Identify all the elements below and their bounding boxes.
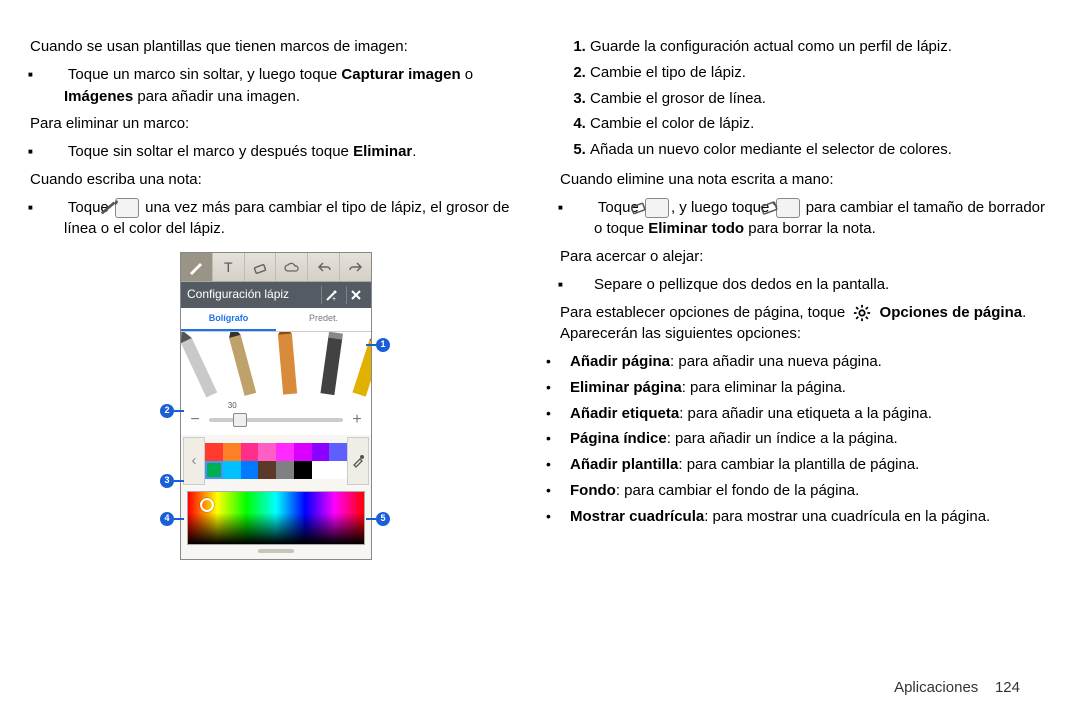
- swatch[interactable]: [241, 461, 259, 479]
- swatch[interactable]: [294, 443, 312, 461]
- swatch[interactable]: [312, 461, 330, 479]
- thickness-track[interactable]: 30: [209, 418, 343, 422]
- close-icon[interactable]: [346, 286, 365, 304]
- pen-config-title: Configuración lápiz: [187, 286, 315, 303]
- drag-handle-icon[interactable]: [258, 549, 294, 553]
- callout-2: 2: [160, 404, 174, 418]
- thickness-minus[interactable]: −: [187, 408, 203, 431]
- gear-icon: [851, 304, 873, 322]
- color-swatch-row: ‹: [181, 435, 371, 487]
- picker-pointer[interactable]: [200, 498, 214, 512]
- pen-type-selector[interactable]: [181, 332, 371, 404]
- swatch[interactable]: [258, 443, 276, 461]
- page-option-item: Añadir página: para añadir una nueva pág…: [570, 351, 1050, 373]
- swatch[interactable]: [205, 461, 223, 479]
- tab-predet[interactable]: Predet.: [276, 308, 371, 331]
- write-note-bullet: Toque una vez más para cambiar el tipo d…: [64, 197, 520, 241]
- swatch[interactable]: [276, 461, 294, 479]
- pen-tabs: Bolígrafo Predet.: [181, 308, 371, 332]
- right-column: Guarde la configuración actual como un p…: [560, 36, 1050, 720]
- swatch[interactable]: [312, 443, 330, 461]
- swatch[interactable]: [241, 443, 259, 461]
- toolbar-undo-icon[interactable]: [308, 253, 340, 281]
- page-option-item: Fondo: para cambiar el fondo de la págin…: [570, 480, 1050, 502]
- toolbar-cloud-icon[interactable]: [276, 253, 308, 281]
- line-thickness-slider[interactable]: − 30 +: [181, 404, 371, 435]
- page-option-item: Eliminar página: para eliminar la página…: [570, 377, 1050, 399]
- tab-boligrafo[interactable]: Bolígrafo: [181, 308, 276, 331]
- swatch-prev-icon[interactable]: ‹: [183, 437, 205, 485]
- pen-settings-figure: T Configuración lápiz + Bolígrafo Predet…: [160, 252, 390, 560]
- swatch[interactable]: [223, 443, 241, 461]
- delete-handnote-intro: Cuando elimine una nota escrita a mano:: [560, 169, 1050, 191]
- thickness-plus[interactable]: +: [349, 408, 365, 431]
- page-option-item: Añadir etiqueta: para añadir una etiquet…: [570, 403, 1050, 425]
- swatch[interactable]: [205, 443, 223, 461]
- write-note-intro: Cuando escriba una nota:: [30, 169, 520, 191]
- note-toolbar: T: [181, 253, 371, 282]
- remove-frame-intro: Para eliminar un marco:: [30, 113, 520, 135]
- swatch[interactable]: [329, 461, 347, 479]
- color-picker[interactable]: [187, 491, 365, 545]
- eraser-icon: [645, 198, 669, 218]
- svg-text:+: +: [332, 296, 336, 302]
- page-option-item: Página índice: para añadir un índice a l…: [570, 428, 1050, 450]
- eraser-size-icon: [776, 198, 800, 218]
- thickness-value: 30: [228, 400, 237, 412]
- swatch[interactable]: [223, 461, 241, 479]
- frames-bullet: Toque un marco sin soltar, y luego toque…: [64, 64, 520, 108]
- legend-4: Cambie el color de lápiz.: [590, 113, 1050, 135]
- zoom-intro: Para acercar o alejar:: [560, 246, 1050, 268]
- callout-1: 1: [376, 338, 390, 352]
- page-option-item: Añadir plantilla: para cambiar la planti…: [570, 454, 1050, 476]
- callout-3: 3: [160, 474, 174, 488]
- swatch[interactable]: [258, 461, 276, 479]
- eyedropper-icon[interactable]: [347, 437, 369, 485]
- legend-5: Añada un nuevo color mediante el selecto…: [590, 139, 1050, 161]
- page-option-item: Mostrar cuadrícula: para mostrar una cua…: [570, 506, 1050, 528]
- toolbar-text-icon[interactable]: T: [213, 253, 245, 281]
- swatch[interactable]: [329, 443, 347, 461]
- pen-config-header: Configuración lápiz +: [181, 282, 371, 308]
- footer-page: 124: [995, 679, 1020, 696]
- legend-2: Cambie el tipo de lápiz.: [590, 62, 1050, 84]
- delete-handnote-bullet: Toque , y luego toque para cambiar el ta…: [594, 197, 1050, 241]
- pen-settings-panel: T Configuración lápiz + Bolígrafo Predet…: [180, 252, 372, 560]
- save-profile-icon[interactable]: +: [321, 286, 340, 304]
- swatch[interactable]: [294, 461, 312, 479]
- callout-4: 4: [160, 512, 174, 526]
- pen-icon: [115, 198, 139, 218]
- swatch[interactable]: [276, 443, 294, 461]
- toolbar-pen-icon[interactable]: [181, 253, 213, 281]
- frames-intro: Cuando se usan plantillas que tienen mar…: [30, 36, 520, 58]
- zoom-bullet: Separe o pellizque dos dedos en la panta…: [594, 274, 1050, 296]
- page-options-intro: Para establecer opciones de página, toqu…: [560, 302, 1050, 346]
- page-options-list: Añadir página: para añadir una nueva pág…: [560, 351, 1050, 527]
- legend-3: Cambie el grosor de línea.: [590, 88, 1050, 110]
- callout-legend: Guarde la configuración actual como un p…: [560, 36, 1050, 161]
- color-swatches[interactable]: [205, 443, 347, 479]
- toolbar-redo-icon[interactable]: [340, 253, 371, 281]
- legend-1: Guarde la configuración actual como un p…: [590, 36, 1050, 58]
- thickness-knob[interactable]: [233, 413, 247, 427]
- page-footer: Aplicaciones 124: [0, 679, 1080, 696]
- left-column: Cuando se usan plantillas que tienen mar…: [30, 36, 520, 720]
- toolbar-eraser-icon[interactable]: [245, 253, 277, 281]
- remove-frame-bullet: Toque sin soltar el marco y después toqu…: [64, 141, 520, 163]
- footer-section: Aplicaciones: [894, 679, 978, 696]
- callout-5: 5: [376, 512, 390, 526]
